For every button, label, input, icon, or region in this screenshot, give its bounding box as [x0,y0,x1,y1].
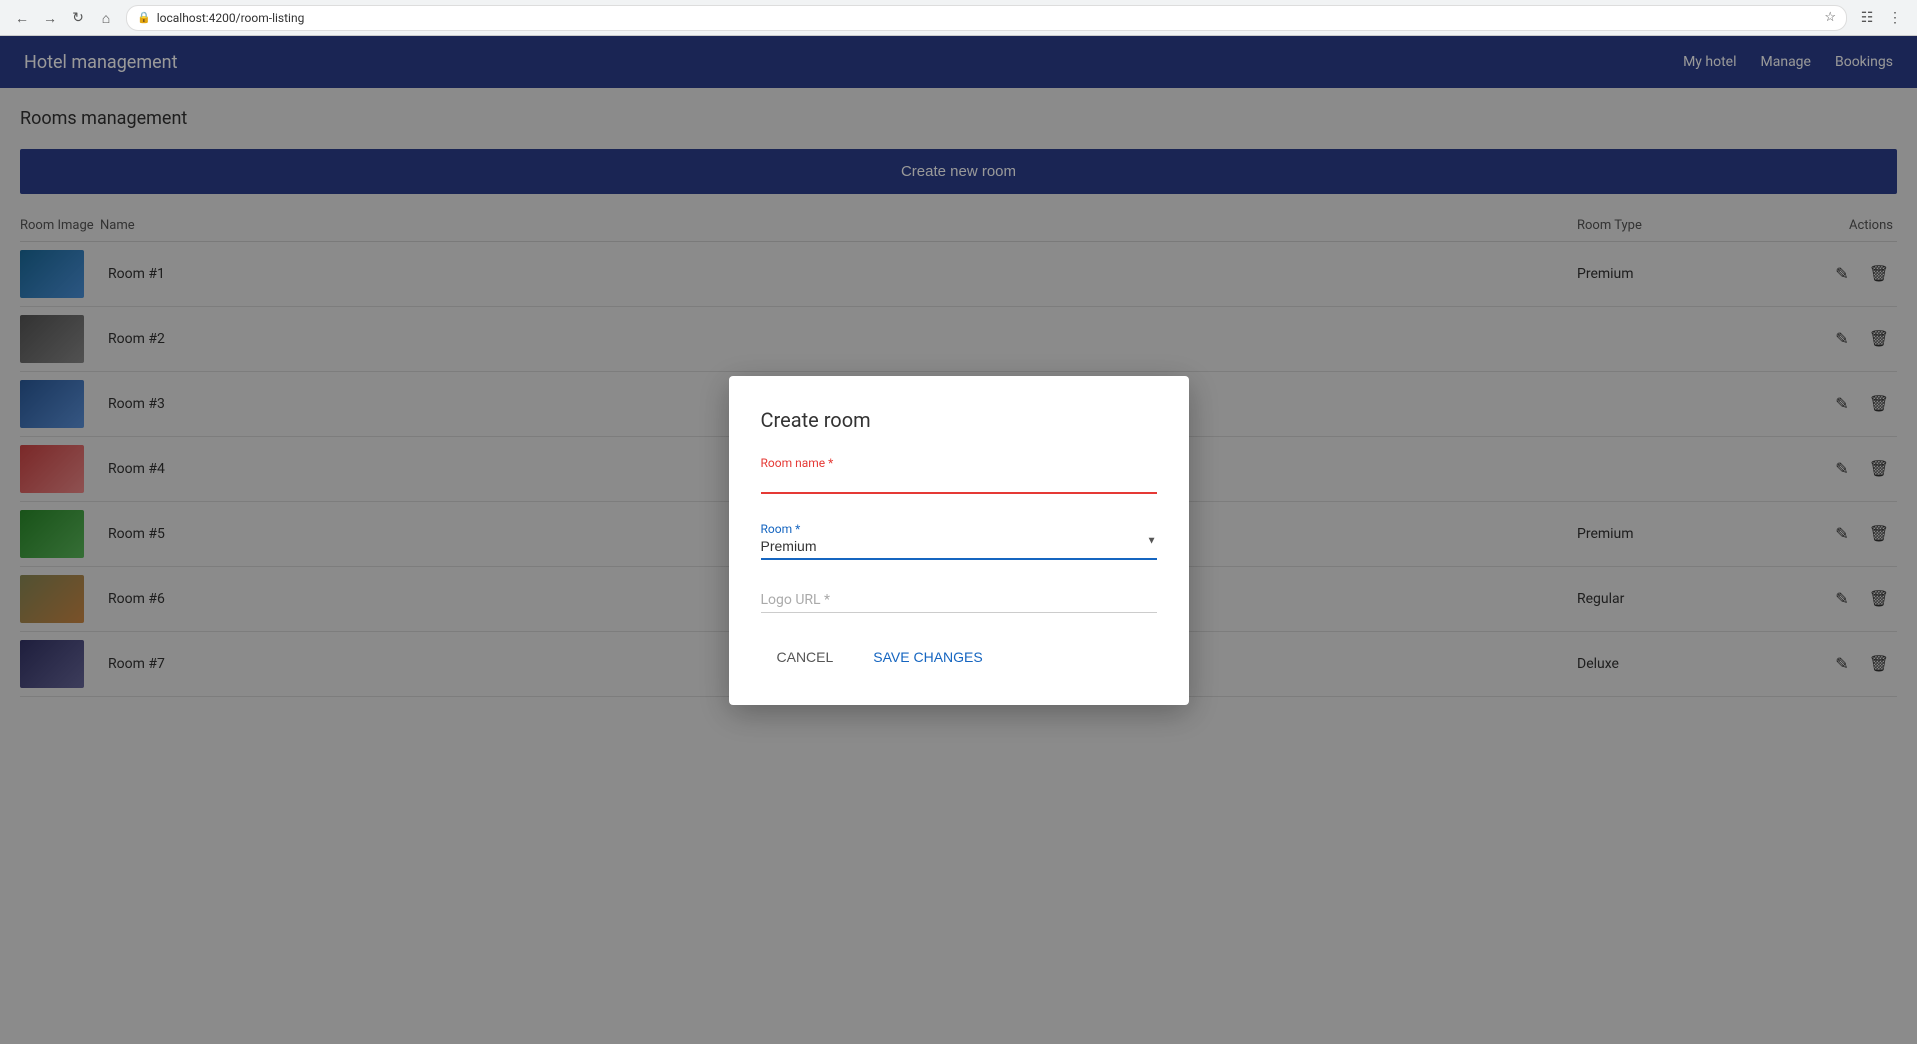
room-name-input[interactable] [761,456,1157,494]
room-type-select-wrapper: Premium Regular Deluxe ▼ [761,522,1157,560]
page-content: Rooms management Create new room Room Im… [0,88,1917,1044]
lock-icon: 🔒 [137,11,151,24]
menu-button[interactable]: ⋮ [1883,6,1907,30]
reload-button[interactable]: ↻ [66,6,90,30]
cancel-button[interactable]: Cancel [761,641,850,673]
forward-button[interactable]: → [38,6,62,30]
home-button[interactable]: ⌂ [94,6,118,30]
address-text: localhost:4200/room-listing [157,11,305,25]
browser-nav: ← → ↻ ⌂ [10,6,118,30]
logo-url-label: Logo URL * [761,592,831,608]
back-button[interactable]: ← [10,6,34,30]
browser-chrome: ← → ↻ ⌂ 🔒 localhost:4200/room-listing ☆ … [0,0,1917,36]
save-changes-button[interactable]: Save Changes [857,641,998,673]
logo-url-field: Logo URL * [761,588,1157,613]
room-name-field: Room name * [761,456,1157,494]
create-room-modal: Create room Room name * Room * Premium R… [729,376,1189,705]
modal-overlay[interactable]: Create room Room name * Room * Premium R… [0,36,1917,1044]
modal-actions: Cancel Save Changes [761,641,1157,673]
browser-actions: ☷ ⋮ [1855,6,1907,30]
extensions-button[interactable]: ☷ [1855,6,1879,30]
star-icon[interactable]: ☆ [1824,10,1836,25]
modal-title: Create room [761,408,1157,432]
room-type-select[interactable]: Premium Regular Deluxe [761,522,1157,560]
room-type-field: Room * Premium Regular Deluxe ▼ [761,522,1157,560]
